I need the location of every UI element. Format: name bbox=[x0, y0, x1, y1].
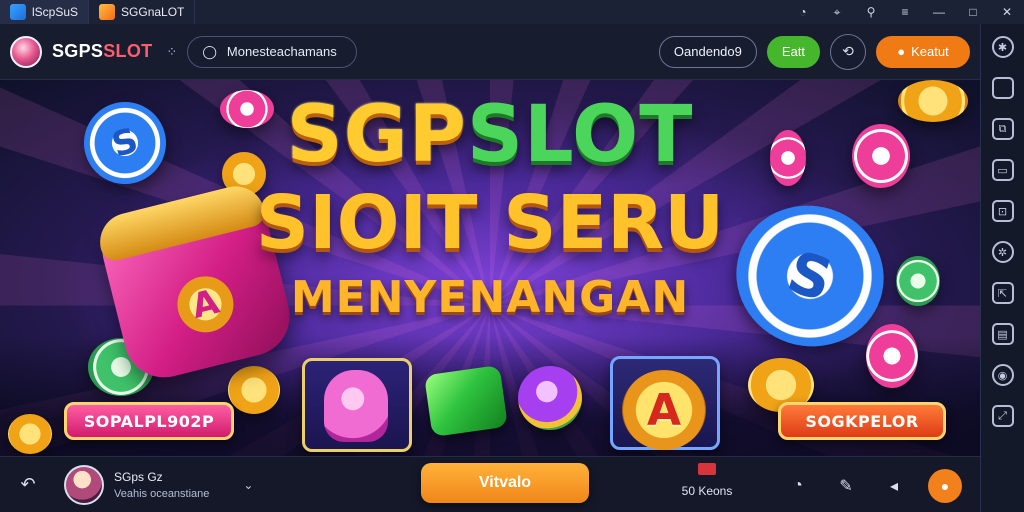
green-gem-icon bbox=[424, 365, 508, 437]
help-icon[interactable]: ◔ bbox=[784, 472, 812, 500]
menu-icon[interactable]: ≡ bbox=[888, 0, 922, 24]
orange-button[interactable]: ● Keatut bbox=[876, 35, 970, 68]
maximize-icon[interactable]: □ bbox=[956, 0, 990, 24]
chevron-down-icon[interactable]: ⌄ bbox=[243, 478, 253, 492]
hero-banner: S S A SGPSLOT SIOIT SERU MENYENANGAN A S… bbox=[0, 80, 980, 456]
tab-1-label: lScpSuS bbox=[32, 5, 79, 19]
bottom-bar: ↶ SGps Gz Veahis oceanstiane ⌄ Vitvalo 5… bbox=[0, 456, 980, 512]
app-window: lScpSuS SGGnaLOT ◔ ⌖ ⚲ ≡ — □ ✕ SGPSSLOT … bbox=[0, 0, 1024, 512]
outline-button[interactable]: Oandendo9 bbox=[658, 35, 757, 68]
sound-icon[interactable]: ◂ bbox=[880, 472, 908, 500]
window-icon[interactable] bbox=[991, 77, 1014, 99]
minimize-icon[interactable]: — bbox=[922, 0, 956, 24]
orange-button-label: Keatut bbox=[911, 44, 949, 59]
promo-button-left[interactable]: SOPALPL902P bbox=[64, 402, 234, 440]
monitor-icon[interactable]: ▭ bbox=[991, 159, 1014, 181]
expand-icon[interactable]: ⤢ bbox=[991, 405, 1014, 427]
compass-icon[interactable]: ⌖ bbox=[820, 0, 854, 24]
tab-1[interactable]: lScpSuS bbox=[0, 0, 90, 24]
power-icon[interactable]: ● bbox=[928, 469, 962, 503]
brand-main: SGPS bbox=[52, 41, 104, 61]
globe-icon: ● bbox=[897, 44, 906, 59]
refresh-button[interactable]: ⟲ bbox=[830, 33, 866, 70]
frame-icon[interactable]: ⊡ bbox=[991, 200, 1014, 222]
app-header: SGPSSLOT ⁘ ◯ Monesteachamans Oandendo9 E… bbox=[0, 24, 980, 80]
user-name: SGps Gz bbox=[114, 469, 163, 484]
grid-icon[interactable]: ⁘ bbox=[166, 44, 177, 60]
search-input[interactable]: ◯ Monesteachamans bbox=[187, 35, 358, 68]
tab-2[interactable]: SGGnaLOT bbox=[89, 0, 196, 24]
pink-chip-icon-4 bbox=[866, 324, 918, 388]
promo-button-right[interactable]: SOGKPELOR bbox=[778, 402, 946, 440]
stat-icon bbox=[698, 463, 716, 475]
close-icon[interactable]: ✕ bbox=[990, 0, 1024, 24]
right-sidebar: ✱ ⧉ ▭ ⊡ ✲ ⇱ ▤ ◉ ⤢ bbox=[980, 24, 1024, 512]
gold-coin-icon-2 bbox=[228, 366, 280, 414]
pin-icon[interactable]: ⚲ bbox=[854, 0, 888, 24]
hero-subtitle: SIOIT SERU bbox=[255, 180, 725, 266]
primary-button[interactable]: Vitvalo bbox=[421, 463, 589, 503]
user-avatar[interactable] bbox=[64, 464, 104, 505]
hero-tagline: MENYENANGAN bbox=[290, 272, 690, 323]
copy-icon[interactable]: ⧉ bbox=[991, 118, 1014, 140]
share-icon[interactable]: ⇱ bbox=[991, 282, 1014, 304]
bell-icon[interactable]: ◔ bbox=[786, 0, 820, 24]
gold-coin-icon-3 bbox=[8, 414, 52, 454]
hero-title: SGPSLOT bbox=[0, 90, 980, 180]
hero-title-part1: SGP bbox=[286, 90, 467, 180]
bottom-actions: ◔ ✎ ◂ ● bbox=[784, 469, 962, 503]
app-icon bbox=[10, 4, 26, 20]
coin-a-icon: A bbox=[622, 370, 706, 450]
hero-title-part2: SLOT bbox=[466, 90, 694, 180]
back-icon[interactable]: ↶ bbox=[10, 467, 46, 503]
browser-icon bbox=[99, 4, 116, 20]
stat-label: 50 Keons bbox=[681, 484, 733, 498]
settings-icon[interactable]: ✱ bbox=[991, 36, 1014, 58]
edit-icon[interactable]: ✎ bbox=[832, 472, 860, 500]
brand-accent: SLOT bbox=[103, 41, 153, 61]
green-button[interactable]: Eatt bbox=[766, 35, 820, 68]
search-icon: ◯ bbox=[202, 43, 217, 59]
gear-icon[interactable]: ✲ bbox=[991, 241, 1014, 263]
brand-avatar[interactable] bbox=[10, 35, 42, 68]
user-info[interactable]: SGps Gz Veahis oceanstiane bbox=[114, 470, 209, 500]
brand-logo[interactable]: SGPSSLOT bbox=[52, 41, 152, 62]
user-sub: Veahis oceanstiane bbox=[114, 487, 210, 500]
screen-icon[interactable]: ▤ bbox=[991, 323, 1014, 345]
purple-gem-icon bbox=[518, 366, 582, 430]
tab-2-label: SGGnaLOT bbox=[121, 5, 185, 19]
record-icon[interactable]: ◉ bbox=[991, 364, 1014, 386]
stat-counter: 50 Keons bbox=[672, 463, 742, 498]
search-placeholder: Monesteachamans bbox=[226, 44, 337, 59]
bear-icon bbox=[324, 370, 388, 442]
titlebar: lScpSuS SGGnaLOT ◔ ⌖ ⚲ ≡ — □ ✕ bbox=[0, 0, 1024, 24]
